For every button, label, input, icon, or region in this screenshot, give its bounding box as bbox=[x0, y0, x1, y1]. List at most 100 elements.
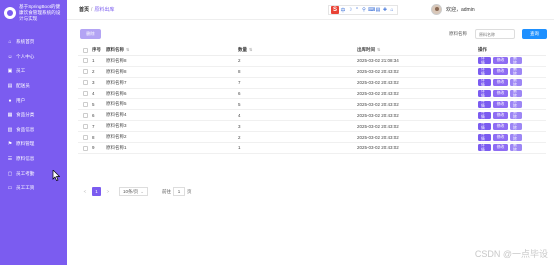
header-index: 序号 bbox=[92, 46, 106, 56]
edit-button[interactable]: 修改 bbox=[493, 133, 508, 141]
sidebar-item[interactable]: ☺ 个人中心 bbox=[0, 50, 67, 65]
sidebar-item-label: 个人中心 bbox=[16, 53, 35, 59]
avatar[interactable] bbox=[431, 4, 442, 15]
calendar-icon: ▢ bbox=[7, 170, 13, 177]
delete-button[interactable]: 删除 bbox=[510, 110, 522, 119]
edit-button[interactable]: 修改 bbox=[493, 144, 508, 152]
detail-button[interactable]: 详情 bbox=[478, 56, 491, 65]
edit-button[interactable]: 修改 bbox=[493, 90, 508, 97]
watermark: CSDN @一点毕设 bbox=[474, 249, 548, 259]
detail-button[interactable]: 详情 bbox=[478, 78, 491, 87]
toolbar-icon[interactable]: 中 bbox=[340, 7, 346, 14]
cell-name: 原料名称1 bbox=[106, 142, 238, 154]
row-checkbox[interactable] bbox=[78, 66, 92, 78]
sidebar-item-label: 员工工资 bbox=[16, 185, 35, 191]
cell-index: 2 bbox=[92, 66, 106, 78]
sidebar-item-label: 员工考勤 bbox=[16, 170, 35, 176]
table-row: 8 原料名称2 2 2025-03-02 20:43:02 详情 修改 删除 bbox=[78, 131, 546, 144]
delete-button[interactable]: 删除 bbox=[510, 132, 522, 141]
header-time-label: 出库时间 bbox=[357, 47, 375, 53]
cell-index: 6 bbox=[92, 109, 106, 122]
sidebar-item[interactable]: ☰ 原料信息 bbox=[0, 152, 67, 167]
sidebar-item-label: 食品信息 bbox=[16, 126, 35, 132]
row-checkbox[interactable] bbox=[78, 98, 92, 111]
cell-name: 原料名称8 bbox=[106, 55, 238, 67]
detail-button[interactable]: 详情 bbox=[478, 143, 491, 152]
table-row: 7 原料名称3 3 2025-03-02 20:43:02 详情 修改 删除 bbox=[78, 120, 546, 133]
toolbar-icon[interactable]: ▤ bbox=[375, 7, 381, 13]
row-checkbox[interactable] bbox=[78, 131, 92, 144]
breadcrumb-home[interactable]: 首页 bbox=[79, 7, 89, 13]
delete-button[interactable]: 删除 bbox=[510, 89, 522, 98]
edit-button[interactable]: 修改 bbox=[493, 100, 508, 108]
sidebar-item[interactable]: ⌂ 系统首页 bbox=[0, 35, 67, 50]
row-checkbox[interactable] bbox=[78, 120, 92, 133]
row-checkbox[interactable] bbox=[78, 55, 92, 67]
cell-ops: 详情 修改 删除 bbox=[478, 109, 546, 122]
batch-delete-button[interactable]: 删除 bbox=[80, 29, 101, 39]
sidebar-item[interactable]: ▭ 员工工资 bbox=[0, 181, 67, 196]
toolbar-icon[interactable]: ⌂ bbox=[389, 7, 395, 13]
sidebar-item[interactable]: ▣ 员工 bbox=[0, 64, 67, 79]
goto-page-input[interactable]: 1 bbox=[173, 187, 186, 196]
delete-button[interactable]: 删除 bbox=[510, 99, 522, 108]
sogou-logo-icon[interactable]: S bbox=[331, 6, 339, 14]
table-row: 5 原料名称5 5 2025-03-02 20:43:02 详情 修改 删除 bbox=[78, 98, 546, 111]
sidebar-item[interactable]: ▤ 配送员 bbox=[0, 79, 67, 94]
delete-button[interactable]: 删除 bbox=[510, 56, 522, 65]
user-icon: ☺ bbox=[7, 53, 13, 60]
cell-time: 2025-03-02 20:43:02 bbox=[357, 142, 478, 154]
toolbar-icon[interactable]: ⌨ bbox=[368, 7, 375, 13]
sidebar-item[interactable]: ⚑ 原料管理 bbox=[0, 137, 67, 152]
cell-qty: 2 bbox=[238, 55, 357, 67]
toolbar-icon[interactable]: ✚ bbox=[382, 7, 388, 13]
delete-button[interactable]: 删除 bbox=[510, 78, 522, 87]
select-all-checkbox[interactable] bbox=[78, 46, 92, 56]
delete-button[interactable]: 删除 bbox=[510, 67, 522, 76]
edit-button[interactable]: 修改 bbox=[493, 79, 508, 87]
detail-button[interactable]: 详情 bbox=[478, 89, 491, 98]
row-checkbox[interactable] bbox=[78, 142, 92, 154]
toolbar-icon[interactable]: ⚲ bbox=[361, 7, 367, 13]
breadcrumb-separator: / bbox=[91, 7, 93, 13]
search-input[interactable] bbox=[475, 29, 515, 39]
toolbar-icon[interactable]: ° bbox=[354, 7, 360, 13]
user-area[interactable]: 欢迎，admin bbox=[431, 4, 475, 15]
search-button[interactable]: 查询 bbox=[522, 29, 547, 39]
detail-button[interactable]: 详情 bbox=[478, 132, 491, 141]
edit-button[interactable]: 修改 bbox=[493, 111, 508, 119]
row-checkbox[interactable] bbox=[78, 88, 92, 100]
edit-button[interactable]: 修改 bbox=[493, 68, 508, 76]
header-time[interactable]: 出库时间 ⇅ bbox=[357, 46, 478, 56]
breadcrumb-current: 原料出库 bbox=[94, 7, 115, 13]
detail-button[interactable]: 详情 bbox=[478, 110, 491, 119]
sidebar-item[interactable]: ▥ 食品信息 bbox=[0, 123, 67, 138]
flag-icon: ⚑ bbox=[7, 141, 13, 148]
header-qty[interactable]: 数量 ⇅ bbox=[238, 46, 357, 56]
page-1-button[interactable]: 1 bbox=[92, 187, 101, 196]
delete-button[interactable]: 删除 bbox=[510, 143, 522, 152]
header-name[interactable]: 原料名称 ⇅ bbox=[106, 46, 238, 56]
prev-page-button[interactable]: < bbox=[80, 189, 90, 194]
cell-name: 原料名称4 bbox=[106, 109, 238, 122]
header-ops: 操作 bbox=[478, 46, 546, 56]
row-checkbox[interactable] bbox=[78, 109, 92, 122]
detail-button[interactable]: 详情 bbox=[478, 67, 491, 76]
edit-button[interactable]: 修改 bbox=[493, 57, 508, 65]
page-size-select[interactable]: 10条/页 ⌄ bbox=[119, 187, 149, 196]
detail-button[interactable]: 详情 bbox=[478, 121, 491, 130]
page-size-value: 10条/页 bbox=[123, 188, 139, 194]
sidebar-item[interactable]: ● 用户 bbox=[0, 93, 67, 108]
row-checkbox[interactable] bbox=[78, 77, 92, 89]
sort-icon[interactable]: ⇅ bbox=[377, 47, 380, 52]
sort-icon[interactable]: ⇅ bbox=[249, 47, 252, 52]
sidebar-item[interactable]: ▦ 食品分类 bbox=[0, 108, 67, 123]
edit-button[interactable]: 修改 bbox=[493, 122, 508, 130]
cell-name: 原料名称2 bbox=[106, 131, 238, 144]
detail-button[interactable]: 详情 bbox=[478, 99, 491, 108]
goto-unit: 页 bbox=[187, 188, 192, 194]
next-page-button[interactable]: > bbox=[103, 189, 113, 194]
delete-button[interactable]: 删除 bbox=[510, 121, 522, 130]
toolbar-icon[interactable]: ☽ bbox=[347, 7, 353, 13]
sort-icon[interactable]: ⇅ bbox=[126, 47, 129, 52]
